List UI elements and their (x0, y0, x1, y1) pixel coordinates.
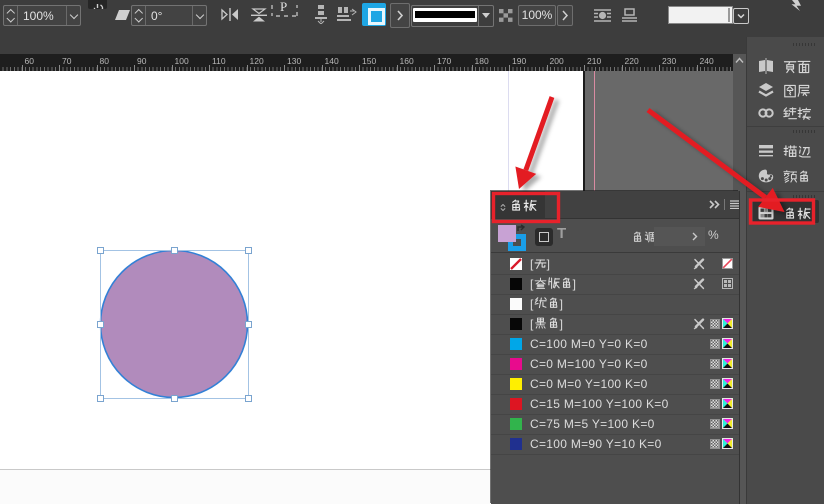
svg-text:P: P (280, 0, 287, 14)
